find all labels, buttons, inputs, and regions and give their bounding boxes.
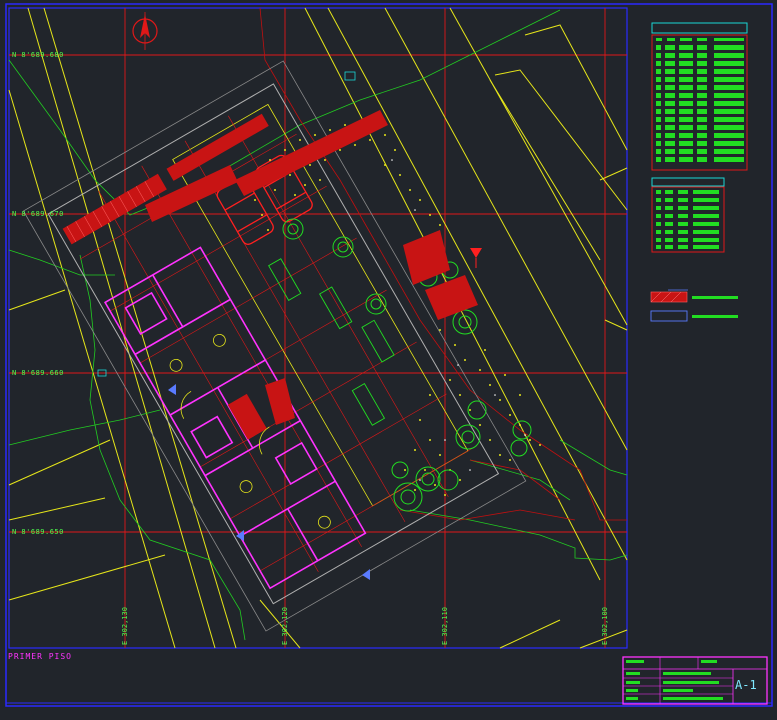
gravel-texture [254, 119, 541, 496]
planters [268, 258, 395, 426]
section-markers [168, 384, 370, 580]
grid-label-east-3: E 302,110 [441, 607, 449, 645]
grid-label-east-4: E 302,100 [601, 607, 609, 645]
topographic-contours [8, 9, 628, 641]
grid-label-east-1: E 302,130 [121, 607, 129, 645]
finishes-schedule-table [651, 177, 725, 253]
level-marker-icon [470, 248, 482, 268]
roof-hatch [62, 113, 269, 440]
schedule-rows [656, 45, 744, 162]
grid-label-north-2: N 8'689.670 [12, 210, 64, 218]
plan-canvas [5, 3, 773, 707]
grid-label-north-4: N 8'689.650 [12, 528, 64, 536]
area-schedule-table [651, 22, 748, 171]
gravel-texture-light [277, 134, 526, 481]
drawing-title: PRIMER PISO [8, 652, 72, 661]
building-plan [22, 60, 527, 632]
coordinate-grid [9, 8, 627, 648]
drawing-viewport [8, 7, 628, 649]
sheet-number: A-1 [735, 678, 757, 692]
north-arrow-icon [132, 12, 158, 50]
legend [650, 289, 738, 322]
grid-label-east-2: E 302,120 [281, 607, 289, 645]
grid-label-north-1: N 8'689.680 [12, 51, 64, 59]
cad-drawing-sheet: N 8'689.680 N 8'689.670 N 8'689.660 N 8'… [0, 0, 777, 716]
grid-label-north-3: N 8'689.660 [12, 369, 64, 377]
lot-boundary-lines [8, 7, 628, 649]
fixtures [169, 333, 331, 529]
